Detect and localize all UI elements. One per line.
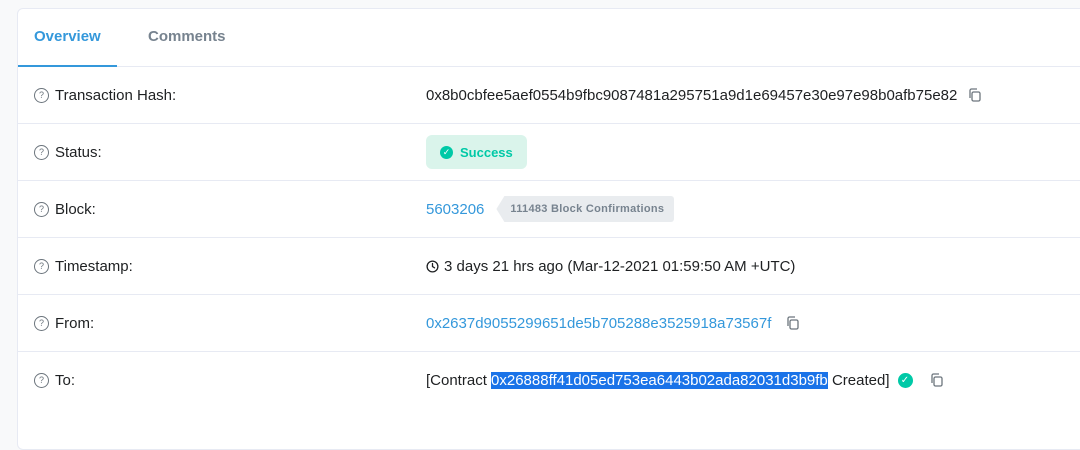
transaction-details-card: Overview Comments ? Transaction Hash: 0x… [17,8,1080,450]
label-text: Transaction Hash: [55,86,177,104]
label-text: Status: [55,143,102,161]
question-circle-icon[interactable]: ? [34,144,49,160]
question-circle-icon[interactable]: ? [34,87,49,103]
label-text: From: [55,314,95,332]
label-status: ? Status: [34,124,102,180]
row-timestamp: ? Timestamp: 3 days 21 hrs ago (Mar-12-2… [18,238,1080,295]
contract-prefix: [Contract [426,371,487,389]
contract-address-link[interactable]: 0x26888ff41d05ed753ea6443b02ada82031d3b9… [491,371,828,389]
timestamp-text: 3 days 21 hrs ago (Mar-12-2021 01:59:50 … [444,257,796,275]
copy-icon[interactable] [967,87,983,103]
row-transaction-hash: ? Transaction Hash: 0x8b0cbfee5aef0554b9… [18,67,1080,124]
status-badge: ✓ Success [426,135,527,169]
value-block: 5603206 111483 Block Confirmations [426,181,675,237]
clock-icon [426,259,439,273]
tab-overview[interactable]: Overview [18,9,117,67]
from-address-link[interactable]: 0x2637d9055299651de5b705288e3525918a7356… [426,315,771,332]
status-text: Success [460,144,513,160]
label-transaction-hash: ? Transaction Hash: [34,67,176,123]
question-circle-icon[interactable]: ? [34,315,49,331]
tab-bar: Overview Comments [18,9,1080,67]
question-circle-icon[interactable]: ? [34,201,49,217]
label-timestamp: ? Timestamp: [34,238,133,294]
copy-icon[interactable] [785,315,801,331]
block-number-link[interactable]: 5603206 [426,201,484,218]
transaction-hash-text: 0x8b0cbfee5aef0554b9fbc9087481a295751a9d… [426,86,958,104]
value-status: ✓ Success [426,124,527,180]
value-from: 0x2637d9055299651de5b705288e3525918a7356… [426,295,801,351]
check-circle-icon: ✓ [440,145,453,159]
label-text: Block: [55,200,96,218]
value-timestamp: 3 days 21 hrs ago (Mar-12-2021 01:59:50 … [426,238,795,294]
copy-icon[interactable] [929,372,945,388]
row-to: ? To: [Contract 0x26888ff41d05ed753ea644… [18,352,1080,408]
row-block: ? Block: 5603206 111483 Block Confirmati… [18,181,1080,238]
label-text: Timestamp: [55,257,133,275]
value-to: [Contract 0x26888ff41d05ed753ea6443b02ad… [426,352,945,408]
question-circle-icon[interactable]: ? [34,372,49,388]
contract-suffix: Created] [831,371,890,389]
block-confirmations-badge: 111483 Block Confirmations [496,196,675,222]
label-from: ? From: [34,295,94,351]
tab-comments[interactable]: Comments [148,9,226,66]
label-to: ? To: [34,352,75,408]
label-block: ? Block: [34,181,96,237]
label-text: To: [55,371,76,389]
row-status: ? Status: ✓ Success [18,124,1080,181]
question-circle-icon[interactable]: ? [34,258,49,274]
check-circle-icon: ✓ [897,372,913,388]
row-from: ? From: 0x2637d9055299651de5b705288e3525… [18,295,1080,352]
value-transaction-hash: 0x8b0cbfee5aef0554b9fbc9087481a295751a9d… [426,67,983,123]
